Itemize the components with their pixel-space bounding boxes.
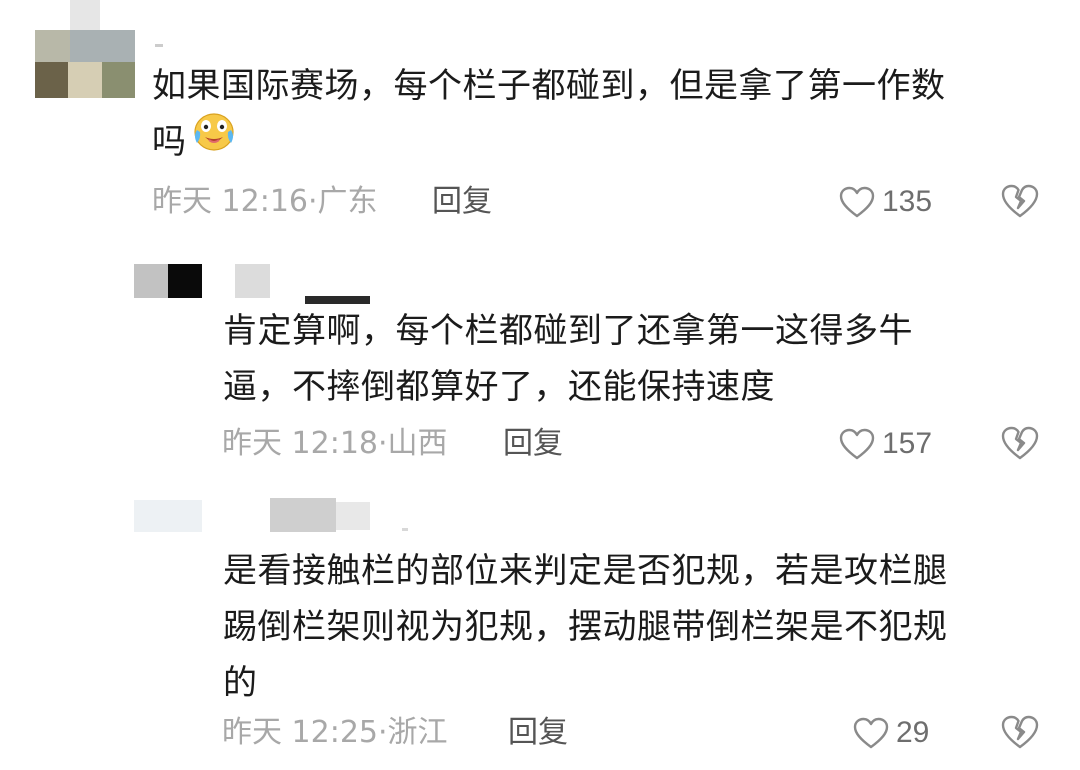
name-pixel (336, 502, 370, 530)
comment-text: 如果国际赛场，每个栏子都碰到，但是拿了第一作数 吗 (152, 58, 946, 173)
like-count: 157 (882, 427, 933, 460)
avatar-pixel (35, 30, 70, 62)
like-button[interactable]: 135 (838, 182, 932, 222)
name-pixel (402, 528, 408, 531)
comment-meta: 昨天 12:16·广东 (152, 182, 378, 222)
reply-button[interactable]: 回复 (508, 713, 568, 753)
heart-icon (839, 186, 875, 218)
comment-time: 昨天 12:16 (152, 184, 308, 219)
comment-line: 肯定算啊，每个栏都碰到了还拿第一这得多牛 (223, 311, 913, 351)
broken-heart-icon (1001, 426, 1039, 460)
dislike-button[interactable] (1000, 424, 1040, 464)
avatar[interactable] (35, 0, 135, 98)
comment-line: 的 (223, 663, 258, 703)
username-redacted[interactable] (270, 498, 410, 534)
comment-line: 如果国际赛场，每个栏子都碰到，但是拿了第一作数 (152, 66, 946, 106)
comment-meta: 昨天 12:25·浙江 (222, 713, 448, 753)
avatar-pixel (134, 264, 168, 298)
comment-line: 逼，不摔倒都算好了，还能保持速度 (223, 367, 775, 407)
crying-laughing-face-icon (191, 110, 237, 169)
comment-line: 是看接触栏的部位来判定是否犯规，若是攻栏腿 (223, 551, 948, 591)
avatar-pixel (70, 30, 135, 62)
comment-time: 昨天 12:25 (222, 715, 378, 750)
comment-line: 踢倒栏架则视为犯规，摆动腿带倒栏架是不犯规 (223, 607, 948, 647)
comment-time: 昨天 12:18 (222, 426, 378, 461)
comment-location: 广东 (317, 184, 378, 219)
broken-heart-icon (1001, 184, 1039, 218)
avatar-pixel (134, 500, 202, 532)
like-button[interactable]: 29 (852, 713, 929, 753)
comment-line-text: 吗 (152, 122, 187, 162)
heart-icon (839, 428, 875, 460)
username-redacted[interactable] (155, 44, 163, 47)
meta-separator: · (378, 715, 388, 750)
dislike-button[interactable] (1000, 713, 1040, 753)
avatar-pixel (168, 264, 202, 298)
like-button[interactable]: 157 (838, 424, 932, 464)
avatar[interactable] (134, 264, 204, 298)
reply-button[interactable]: 回复 (432, 182, 492, 222)
avatar[interactable] (134, 500, 204, 532)
broken-heart-icon (1001, 715, 1039, 749)
like-count: 29 (896, 716, 930, 749)
comment-text: 是看接触栏的部位来判定是否犯规，若是攻栏腿 踢倒栏架则视为犯规，摆动腿带倒栏架是… (223, 543, 948, 711)
avatar-pixel (102, 62, 135, 98)
comment-location: 浙江 (387, 715, 448, 750)
like-count: 135 (882, 185, 933, 218)
name-pixel (235, 264, 270, 298)
avatar-pixel (70, 0, 100, 30)
avatar-pixel (35, 62, 68, 98)
name-pixel (270, 498, 336, 532)
meta-separator: · (378, 426, 388, 461)
comment-line: 吗 (152, 113, 946, 173)
username-redacted[interactable] (235, 264, 370, 304)
dislike-button[interactable] (1000, 182, 1040, 222)
comment-text: 肯定算啊，每个栏都碰到了还拿第一这得多牛 逼，不摔倒都算好了，还能保持速度 (223, 303, 913, 415)
reply-button[interactable]: 回复 (503, 424, 563, 464)
heart-icon (853, 717, 889, 749)
meta-separator: · (308, 184, 318, 219)
avatar-pixel (68, 62, 102, 98)
comment-meta: 昨天 12:18·山西 (222, 424, 448, 464)
comment-location: 山西 (387, 426, 448, 461)
